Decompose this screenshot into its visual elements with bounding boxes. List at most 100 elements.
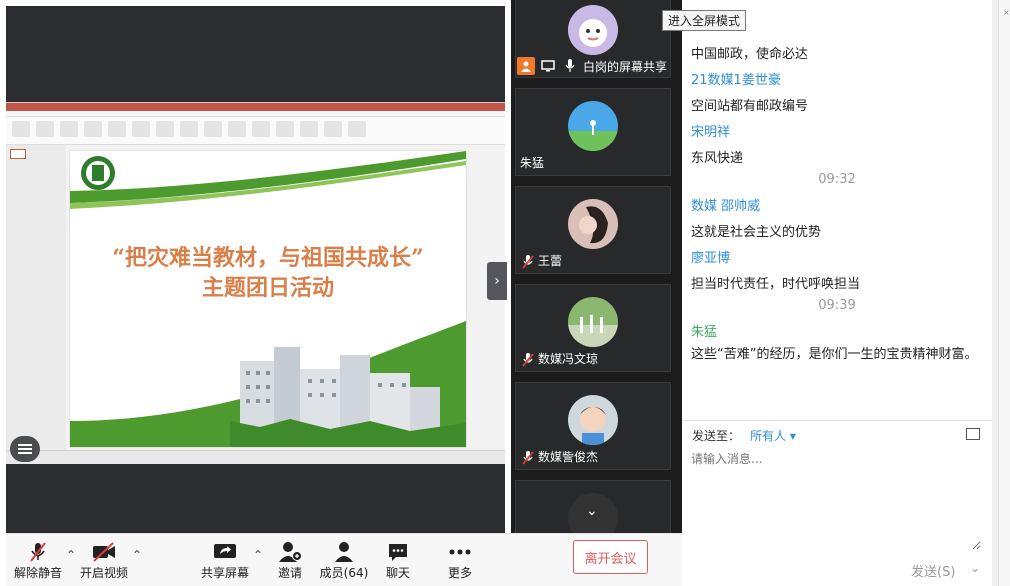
mic-muted-icon bbox=[12, 540, 64, 564]
child-avatar-icon bbox=[568, 395, 618, 445]
unmute-button[interactable]: 解除静音 bbox=[12, 540, 64, 581]
ribbon-button bbox=[156, 121, 174, 137]
ribbon-button bbox=[204, 121, 222, 137]
share-label: 白岗的屏幕共享 bbox=[583, 59, 668, 74]
ribbon-button bbox=[324, 121, 342, 137]
chat-input[interactable] bbox=[691, 450, 981, 550]
camera-off-icon bbox=[78, 540, 130, 564]
chat-message: 中国邮政，使命必达 bbox=[691, 47, 809, 62]
list-icon bbox=[18, 448, 32, 450]
participant-panel: 白岗的屏幕共享 朱猛 王蕾 数媒冯文琼 数媒訾俊杰 ⌄ bbox=[511, 0, 682, 533]
avatar bbox=[568, 297, 618, 347]
ribbon-button bbox=[300, 121, 318, 137]
avatar bbox=[568, 5, 618, 55]
chat-timestamp: 09:32 bbox=[818, 172, 856, 187]
chevron-down-icon[interactable]: ⌄ bbox=[970, 561, 980, 575]
share-tile-bar: 白岗的屏幕共享 bbox=[511, 54, 682, 78]
chat-sender: 21数媒1姜世豪 bbox=[691, 73, 781, 88]
meeting-toolbar: 解除静音 ⌃ 开启视频 ⌃ 共享屏幕 ⌃ 邀请 成员(64) 聊天 更多 离开会… bbox=[6, 533, 682, 586]
ribbon-button bbox=[12, 121, 30, 137]
powerpoint-window: “把灾难当教材，与祖国共成长” 主题团日活动 bbox=[6, 102, 505, 464]
ppt-status-bar bbox=[6, 450, 505, 464]
ribbon-button bbox=[84, 121, 102, 137]
mic-icon bbox=[561, 57, 579, 75]
participant-name: 数媒訾俊杰 bbox=[538, 450, 599, 464]
participant-name: 朱猛 bbox=[520, 156, 545, 170]
ppt-titlebar bbox=[6, 103, 505, 111]
landscape-avatar-icon bbox=[568, 101, 618, 151]
start-video-label: 开启视频 bbox=[79, 566, 128, 580]
participant-tile[interactable]: ⌄ bbox=[515, 480, 671, 533]
mic-off-icon bbox=[522, 255, 534, 269]
chat-message: 东风快递 bbox=[691, 151, 744, 166]
collapse-panel-button[interactable]: › bbox=[487, 262, 507, 300]
start-video-button[interactable]: 开启视频 bbox=[78, 540, 130, 581]
window-edge-strip: × bbox=[998, 0, 1010, 586]
meeting-window: “把灾难当教材，与祖国共成长” 主题团日活动 › 白岗的屏幕共享 朱猛 王蕾 数… bbox=[0, 0, 1010, 586]
participant-name: 数媒冯文琼 bbox=[538, 352, 599, 366]
participant-name: 王蕾 bbox=[538, 254, 563, 268]
chat-bubble-icon bbox=[380, 540, 416, 564]
share-screen-button[interactable]: 共享屏幕 bbox=[199, 540, 251, 581]
mic-off-icon bbox=[522, 353, 534, 367]
participant-tile[interactable]: 数媒訾俊杰 bbox=[515, 382, 671, 470]
ribbon-button bbox=[60, 121, 78, 137]
participant-tile[interactable]: 朱猛 bbox=[515, 88, 671, 176]
chat-message: 担当时代责任，时代呼唤担当 bbox=[691, 277, 861, 292]
members-label: 成员(64) bbox=[319, 566, 369, 580]
unmute-label: 解除静音 bbox=[13, 566, 62, 580]
chevron-up-icon[interactable]: ⌃ bbox=[132, 548, 142, 562]
ppt-ribbon bbox=[6, 117, 505, 145]
slide-title-line2: 主题团日活动 bbox=[201, 275, 334, 301]
avatar bbox=[568, 101, 618, 151]
image-icon[interactable] bbox=[966, 428, 980, 440]
more-label: 更多 bbox=[447, 566, 472, 580]
more-dots-icon bbox=[442, 540, 478, 564]
send-to-dropdown[interactable]: 所有人 ▾ bbox=[750, 427, 796, 444]
chat-button[interactable]: 聊天 bbox=[380, 540, 416, 581]
chat-sender: 数媒 邵帅威 bbox=[691, 199, 761, 214]
more-button[interactable]: 更多 bbox=[442, 540, 478, 581]
chat-message: 空间站都有邮政编号 bbox=[691, 99, 809, 114]
ribbon-button bbox=[228, 121, 246, 137]
members-button[interactable]: 成员(64) bbox=[318, 540, 370, 581]
chat-sender: 宋明祥 bbox=[691, 125, 731, 140]
add-user-icon bbox=[272, 540, 308, 564]
leave-meeting-button[interactable]: 离开会议 bbox=[573, 540, 648, 574]
close-icon[interactable]: × bbox=[1003, 8, 1010, 17]
photo-avatar-icon bbox=[568, 297, 618, 347]
ribbon-button bbox=[276, 121, 294, 137]
chat-label: 聊天 bbox=[385, 566, 410, 580]
send-to-label: 发送至： bbox=[692, 429, 741, 443]
chat-sender: 廖亚博 bbox=[691, 251, 731, 266]
avatar bbox=[568, 395, 618, 445]
ribbon-button bbox=[180, 121, 198, 137]
scroll-down-icon[interactable]: ⌄ bbox=[586, 503, 598, 519]
ribbon-button bbox=[132, 121, 150, 137]
slide-thumbnails-pane bbox=[6, 145, 66, 450]
ribbon-button bbox=[36, 121, 54, 137]
list-toggle-button[interactable] bbox=[10, 436, 40, 462]
participant-tile[interactable]: 数媒冯文琼 bbox=[515, 284, 671, 372]
cartoon-avatar-icon bbox=[568, 5, 618, 55]
send-button[interactable]: 发送(S) bbox=[911, 561, 955, 580]
slide-title: “把灾难当教材，与祖国共成长” 主题团日活动 bbox=[70, 243, 466, 303]
participant-tile[interactable]: 王蕾 bbox=[515, 186, 671, 274]
chat-messages: 中国邮政，使命必达 21数媒1姜世豪 空间站都有邮政编号 宋明祥 东风快递 09… bbox=[682, 0, 992, 420]
invite-label: 邀请 bbox=[277, 566, 302, 580]
slide-title-line1: “把灾难当教材，与祖国共成长” bbox=[112, 245, 424, 271]
chevron-right-icon: › bbox=[494, 273, 500, 289]
chat-divider bbox=[682, 420, 992, 421]
chat-panel: 中国邮政，使命必达 21数媒1姜世豪 空间站都有邮政编号 宋明祥 东风快递 09… bbox=[682, 0, 992, 586]
chat-message: 这些“苦难”的经历，是你们一生的宝贵精神财富。 bbox=[691, 347, 978, 362]
screen-share-area: “把灾难当教材，与祖国共成长” 主题团日活动 bbox=[6, 6, 505, 533]
chevron-up-icon[interactable]: ⌃ bbox=[66, 548, 76, 562]
presentation-slide: “把灾难当教材，与祖国共成长” 主题团日活动 bbox=[70, 151, 466, 447]
chevron-up-icon[interactable]: ⌃ bbox=[253, 548, 263, 562]
avatar bbox=[568, 199, 618, 249]
chat-message: 这就是社会主义的优势 bbox=[691, 225, 822, 240]
ribbon-button bbox=[252, 121, 270, 137]
ribbon-button bbox=[108, 121, 126, 137]
ribbon-button bbox=[348, 121, 366, 137]
invite-button[interactable]: 邀请 bbox=[272, 540, 308, 581]
